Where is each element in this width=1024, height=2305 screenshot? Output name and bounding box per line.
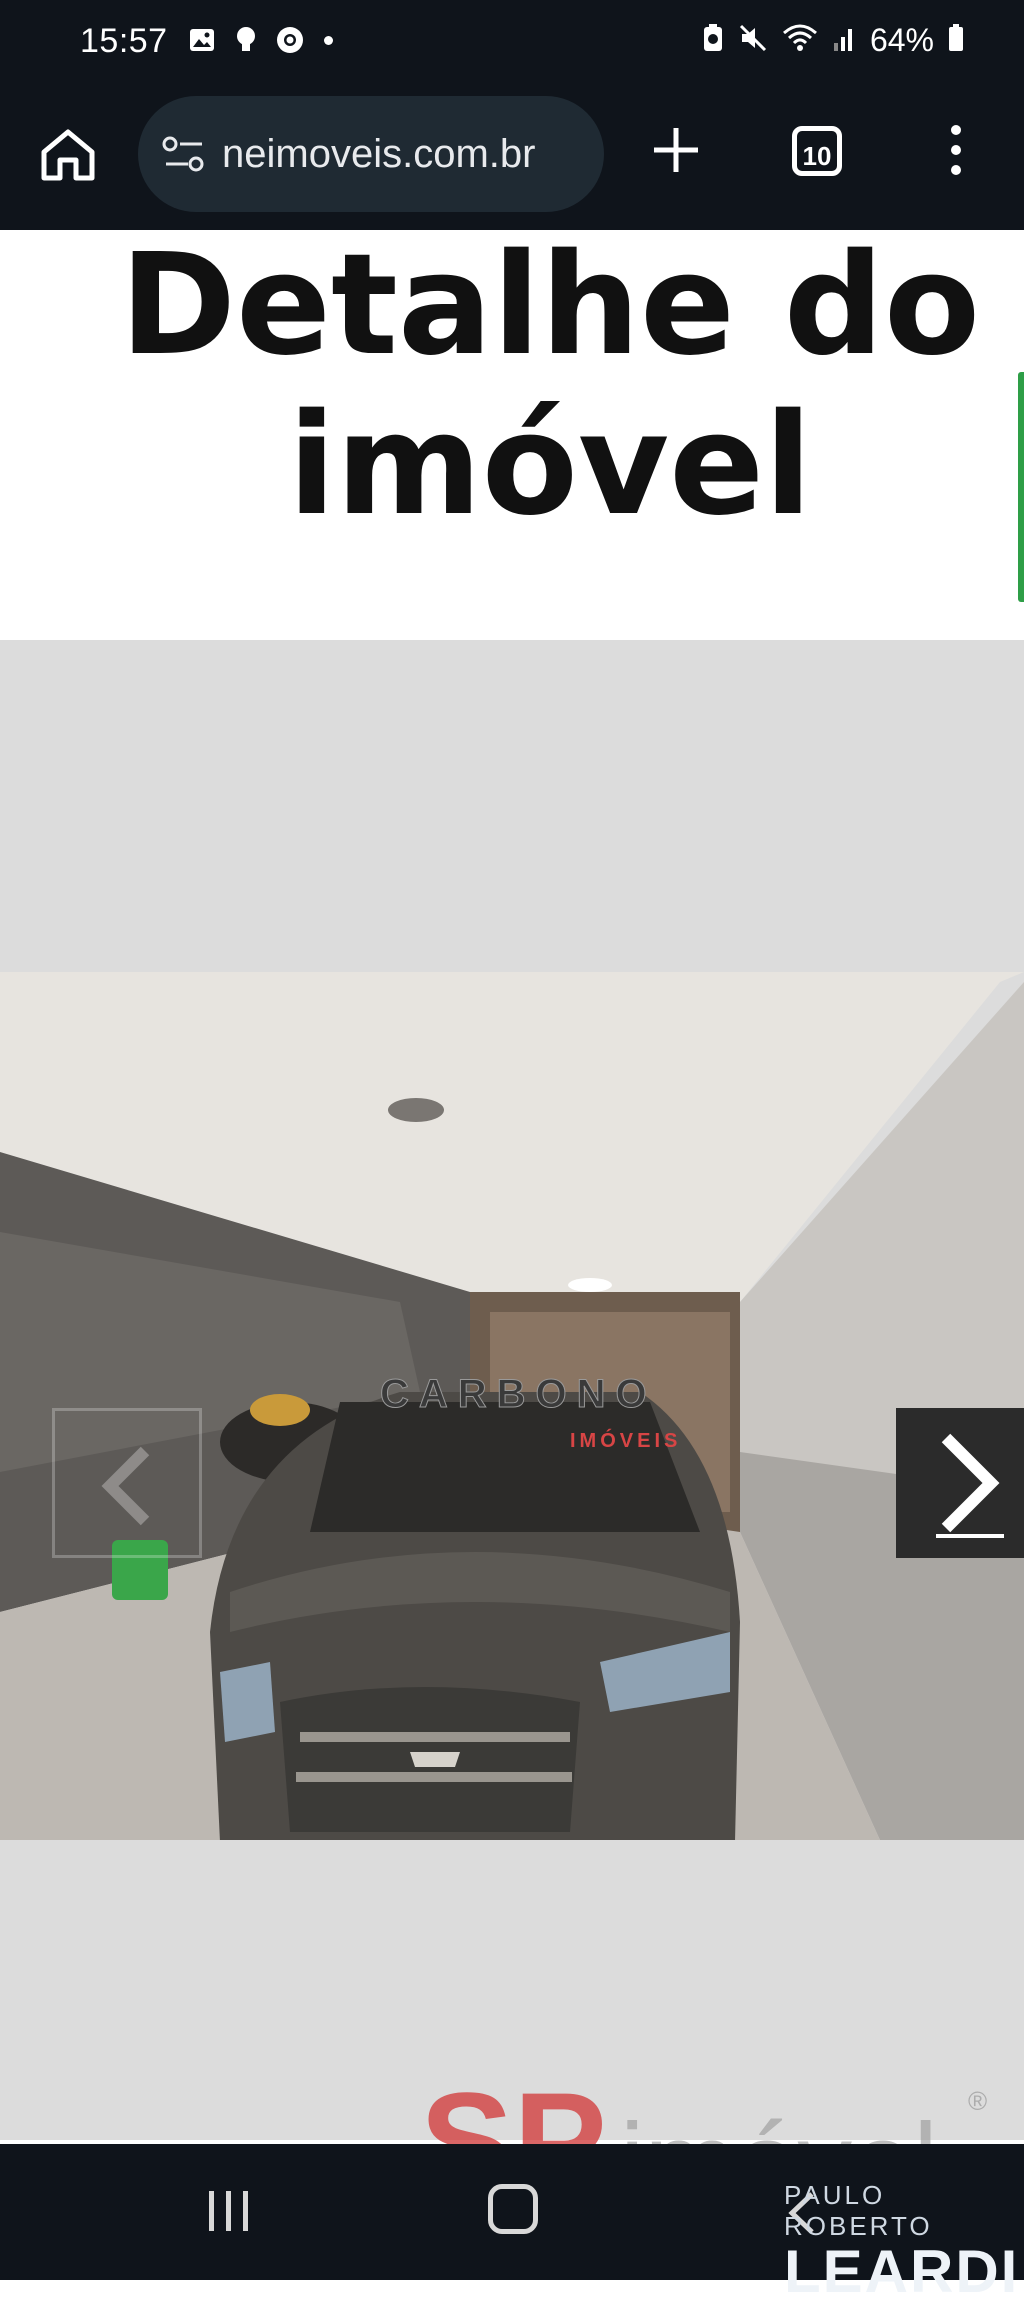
leardi-logo: PAULO ROBERTO LEARDI (784, 2180, 1024, 2302)
mute-icon (738, 23, 768, 58)
svg-text:®: ® (968, 2086, 987, 2116)
gallery-icon (188, 26, 216, 54)
dot-icon (324, 35, 333, 45)
battery-icon (948, 23, 964, 58)
next-photo-button[interactable] (896, 1408, 1024, 1558)
signal-icon (832, 23, 856, 58)
battery-saver-icon (702, 23, 724, 58)
site-settings-icon[interactable] (162, 136, 206, 172)
property-photo[interactable]: CARBONO IMÓVEIS (0, 972, 1024, 1840)
chevron-left-icon (101, 1446, 150, 1526)
battery-percent: 64% (869, 22, 934, 58)
leardi-logo-line2: LEARDI (784, 2238, 1020, 2305)
side-scroll-indicator (1018, 372, 1024, 602)
previous-photo-button[interactable] (52, 1408, 202, 1558)
photo-watermark-main: CARBONO (380, 1372, 657, 1416)
url-bar[interactable]: neimoveis.com.br (138, 96, 604, 212)
chrome-icon (276, 26, 304, 54)
new-tab-icon[interactable] (646, 120, 706, 180)
bulb-icon (232, 26, 260, 54)
home-icon[interactable] (36, 122, 100, 186)
chevron-right-icon (936, 1433, 1004, 1538)
recent-apps-icon[interactable] (205, 2188, 253, 2234)
home-nav-icon[interactable] (488, 2184, 538, 2234)
leardi-logo-line1: PAULO ROBERTO (784, 2180, 933, 2241)
page-heading-area: Detalhe do imóvel (0, 226, 1024, 640)
wifi-icon (782, 23, 818, 58)
browser-toolbar: neimoveis.com.br 10 (0, 90, 1024, 230)
tabs-icon[interactable]: 10 (792, 126, 842, 176)
status-time: 15:57 (80, 22, 168, 60)
page-title: Detalhe do imóvel (119, 224, 981, 547)
photo-watermark-sub: IMÓVEIS (570, 1428, 681, 1452)
url-text[interactable]: neimoveis.com.br (222, 132, 592, 177)
status-bar: 15:57 64% (0, 0, 1024, 90)
more-menu-icon[interactable] (944, 118, 968, 182)
